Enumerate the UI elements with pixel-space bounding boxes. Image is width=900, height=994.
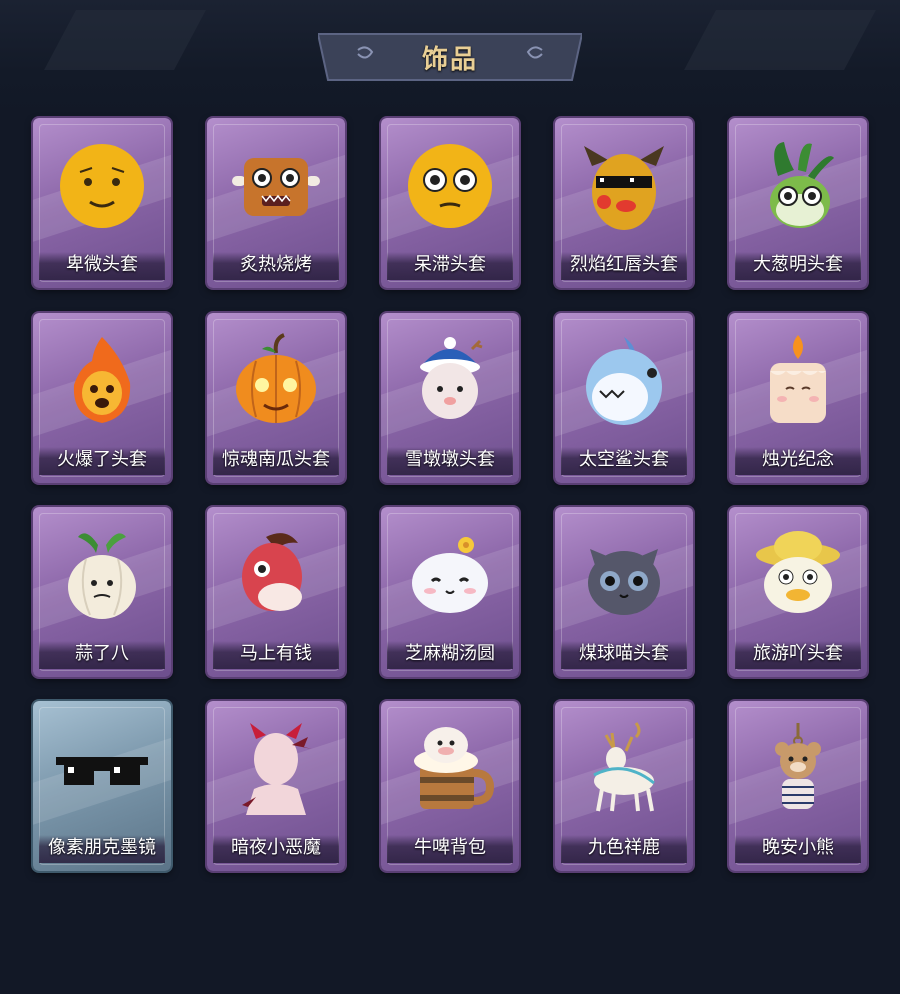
item-label: 烛光纪念 — [762, 449, 834, 470]
grilled-meat-face-icon — [226, 136, 326, 236]
item-card[interactable]: 芝麻糊汤圆 — [381, 507, 519, 677]
item-label: 像素朋克墨镜 — [48, 837, 156, 858]
item-label: 马上有钱 — [240, 643, 312, 664]
item-card[interactable]: 晚安小熊 — [729, 701, 867, 871]
item-label: 火爆了头套 — [57, 449, 147, 470]
item-card[interactable]: 马上有钱 — [207, 507, 345, 677]
rice-ball-icon — [400, 525, 500, 625]
cow-beer-mug-icon — [400, 719, 500, 819]
item-card[interactable]: 呆滞头套 — [381, 118, 519, 288]
item-card[interactable]: 惊魂南瓜头套 — [207, 313, 345, 483]
item-label: 旅游吖头套 — [753, 643, 843, 664]
item-label: 芝麻糊汤圆 — [405, 643, 495, 664]
fire-spirit-icon — [52, 331, 152, 431]
item-label: 雪墩墩头套 — [405, 449, 495, 470]
candle-icon — [748, 331, 848, 431]
accessory-grid: 卑微头套 炙热烧烤 呆滞头套 烈焰红唇头套 大葱明头套 火爆了头套 惊魂南瓜头套… — [0, 0, 900, 994]
item-label: 九色祥鹿 — [588, 837, 660, 858]
item-card[interactable]: 暗夜小恶魔 — [207, 701, 345, 871]
pumpkin-icon — [226, 331, 326, 431]
item-card[interactable]: 太空鲨头套 — [555, 313, 693, 483]
item-card[interactable]: 像素朋克墨镜 — [33, 701, 171, 871]
item-card[interactable]: 煤球喵头套 — [555, 507, 693, 677]
item-card[interactable]: 旅游吖头套 — [729, 507, 867, 677]
item-label: 太空鲨头套 — [579, 449, 669, 470]
red-horse-icon — [226, 525, 326, 625]
item-label: 炙热烧烤 — [240, 254, 312, 275]
item-label: 卑微头套 — [66, 254, 138, 275]
item-label: 蒜了八 — [75, 643, 129, 664]
item-card[interactable]: 九色祥鹿 — [555, 701, 693, 871]
bear-charm-icon — [748, 719, 848, 819]
black-cat-icon — [574, 525, 674, 625]
item-card[interactable]: 牛啤背包 — [381, 701, 519, 871]
item-label: 牛啤背包 — [414, 837, 486, 858]
item-card[interactable]: 火爆了头套 — [33, 313, 171, 483]
item-card[interactable]: 大葱明头套 — [729, 118, 867, 288]
item-label: 暗夜小恶魔 — [231, 837, 321, 858]
duck-hat-icon — [748, 525, 848, 625]
blank-yellow-face-icon — [400, 136, 500, 236]
item-card[interactable]: 蒜了八 — [33, 507, 171, 677]
item-card[interactable]: 炙热烧烤 — [207, 118, 345, 288]
item-card[interactable]: 烈焰红唇头套 — [555, 118, 693, 288]
shark-head-icon — [574, 331, 674, 431]
devil-horns-icon — [226, 719, 326, 819]
item-card[interactable]: 烛光纪念 — [729, 313, 867, 483]
item-card[interactable]: 雪墩墩头套 — [381, 313, 519, 483]
item-card[interactable]: 卑微头套 — [33, 118, 171, 288]
item-label: 惊魂南瓜头套 — [222, 449, 330, 470]
deer-charm-icon — [574, 719, 674, 819]
item-label: 煤球喵头套 — [579, 643, 669, 664]
item-label: 呆滞头套 — [414, 254, 486, 275]
item-label: 大葱明头套 — [753, 254, 843, 275]
sad-yellow-face-icon — [52, 136, 152, 236]
item-label: 晚安小熊 — [762, 837, 834, 858]
snow-head-icon — [400, 331, 500, 431]
green-onion-face-icon — [748, 136, 848, 236]
garlic-icon — [52, 525, 152, 625]
pixel-sunglasses-icon — [52, 719, 152, 819]
item-label: 烈焰红唇头套 — [570, 254, 678, 275]
yellow-mask-sunglasses-icon — [574, 136, 674, 236]
